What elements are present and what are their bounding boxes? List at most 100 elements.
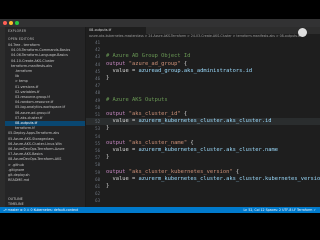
- line-number: 45: [95, 68, 100, 74]
- line-number: 53: [95, 126, 100, 132]
- code-line[interactable]: 51 output "aks_cluster_id" {: [86, 111, 320, 118]
- code-text: value = azuread_group.aks_administrators…: [106, 68, 252, 75]
- line-number: 55: [95, 140, 100, 146]
- minimize-window-dot[interactable]: [9, 21, 13, 25]
- code-token: }: [106, 154, 110, 161]
- explorer-title: EXPLORER: [8, 29, 27, 33]
- line-number: 59: [95, 169, 100, 175]
- code-line[interactable]: 55 output "aks_cluster_name" {: [86, 140, 320, 147]
- code-line[interactable]: 62: [86, 190, 320, 197]
- line-number: 52: [95, 119, 100, 125]
- line-number: 60: [95, 176, 100, 182]
- line-number: 43: [95, 54, 100, 60]
- line-number: 63: [95, 198, 100, 204]
- code-text: }: [106, 75, 109, 82]
- line-number: 51: [95, 112, 100, 117]
- code-token: value =: [106, 67, 139, 74]
- code-token: # Azure AKS Outputs: [106, 96, 168, 103]
- explorer-footer: OUTLINE TIMELINE: [5, 197, 85, 207]
- line-number: 49: [95, 97, 100, 103]
- file-tree: 04-Tree - terraform 04-05-Terraform-Comma…: [5, 43, 85, 183]
- code-line[interactable]: 43 # Azure AD Group Object Id: [86, 53, 320, 60]
- code-line[interactable]: 54: [86, 133, 320, 140]
- code-token: output: [106, 60, 129, 67]
- code-token: "aks_cluster_id": [128, 111, 181, 117]
- line-number: 61: [95, 184, 100, 189]
- code-token: {: [180, 111, 188, 117]
- video-letterbox-top: [0, 0, 320, 19]
- title-bar: [0, 19, 320, 27]
- vscode-window: EXPLORER OPEN EDITORS 04-Tree - terrafor…: [0, 19, 320, 213]
- open-editors-section[interactable]: OPEN EDITORS: [5, 35, 85, 43]
- code-line[interactable]: 46}: [86, 75, 320, 82]
- code-token: value =: [106, 118, 139, 125]
- explorer-panel: EXPLORER OPEN EDITORS 04-Tree - terrafor…: [5, 27, 86, 207]
- line-number: 48: [95, 90, 100, 96]
- code-line[interactable]: 58: [86, 161, 320, 168]
- code-token: {: [232, 168, 240, 175]
- code-line[interactable]: 63: [86, 197, 320, 204]
- code-line[interactable]: 45 value = azuread_group.aks_administrat…: [86, 68, 320, 75]
- line-number: 42: [95, 47, 100, 53]
- code-token: }: [106, 75, 110, 81]
- code-text: # Azure AKS Outputs: [106, 97, 168, 104]
- code-line[interactable]: 42: [86, 46, 320, 53]
- line-number: 62: [95, 191, 100, 197]
- code-token: }: [106, 183, 110, 189]
- code-token: {: [187, 139, 194, 146]
- code-line[interactable]: 50: [86, 104, 320, 111]
- code-token: "aks_cluster_kubernetes_version": [128, 168, 233, 175]
- code-token: output: [106, 168, 129, 175]
- code-text: value = azurerm_kubernetes_cluster.aks_c…: [106, 118, 272, 125]
- code-token: }: [106, 125, 110, 132]
- code-token: "azure_ad_group": [128, 60, 181, 67]
- code-text: }: [106, 183, 109, 190]
- code-line[interactable]: 59 output "aks_cluster_kubernetes_version…: [86, 169, 320, 176]
- line-number: 54: [95, 133, 100, 139]
- line-number: 46: [95, 76, 100, 81]
- line-number: 56: [95, 148, 100, 153]
- code-line[interactable]: 47: [86, 82, 320, 89]
- line-number: 44: [95, 61, 100, 67]
- webcam-overlay-icon: [298, 28, 307, 37]
- code-text: output "aks_cluster_name" {: [106, 140, 194, 147]
- maximize-window-dot[interactable]: [15, 21, 19, 25]
- code-text: output "aks_cluster_kubernetes_version" …: [106, 169, 239, 176]
- code-line[interactable]: 41: [86, 39, 320, 46]
- code-line[interactable]: 44 output "azure_ad_group" {: [86, 61, 320, 68]
- line-number: 41: [95, 40, 100, 45]
- line-number: 50: [95, 104, 100, 110]
- code-line[interactable]: 61}: [86, 183, 320, 190]
- code-text: value = azurerm_kubernetes_cluster.aks_c…: [106, 176, 320, 183]
- code-token: azurerm_kubernetes_cluster.aks_cluster.n…: [138, 147, 279, 153]
- code-text: }: [106, 125, 109, 132]
- code-token: azurerm_kubernetes_cluster.aks_cluster.i…: [138, 118, 272, 125]
- line-number: 57: [95, 155, 100, 161]
- code-line[interactable]: 53}: [86, 125, 320, 132]
- code-token: azurerm_kubernetes_cluster.aks_cluster.k…: [138, 175, 320, 182]
- tree-item[interactable]: README.md: [5, 178, 85, 183]
- code-line[interactable]: 56 value = azurerm_kubernetes_cluster.ak…: [86, 147, 320, 154]
- code-token: {: [180, 60, 188, 67]
- code-token: "aks_cluster_name": [128, 139, 188, 146]
- code-line[interactable]: 60 value = azurerm_kubernetes_cluster.ak…: [86, 176, 320, 183]
- code-token: value =: [106, 175, 139, 182]
- code-text: }: [106, 154, 109, 161]
- code-token: output: [106, 111, 129, 117]
- video-letterbox-bottom: [0, 213, 320, 240]
- code-token: value =: [106, 147, 139, 153]
- tab-outputs[interactable]: 08-outputs.tf: [86, 27, 146, 34]
- code-line[interactable]: 57}: [86, 154, 320, 161]
- code-line[interactable]: 49 # Azure AKS Outputs: [86, 97, 320, 104]
- code-text: # Azure AD Group Object Id: [106, 53, 190, 60]
- code-text: value = azurerm_kubernetes_cluster.aks_c…: [106, 147, 278, 154]
- code-text: output "aks_cluster_id" {: [106, 111, 187, 118]
- code-line[interactable]: 52 value = azurerm_kubernetes_cluster.ak…: [86, 118, 320, 126]
- code-token: # Azure AD Group Object Id: [106, 53, 191, 60]
- code-editor[interactable]: 41 42 43 # Azure AD Group Object Id 44 output…: [86, 39, 320, 207]
- editor-tabs: 08-outputs.tf: [86, 27, 320, 34]
- close-window-dot[interactable]: [3, 21, 7, 25]
- code-line[interactable]: 48: [86, 89, 320, 96]
- code-token: azuread_group.aks_administrators.id: [138, 67, 253, 74]
- code-text: output "azure_ad_group" {: [106, 61, 187, 68]
